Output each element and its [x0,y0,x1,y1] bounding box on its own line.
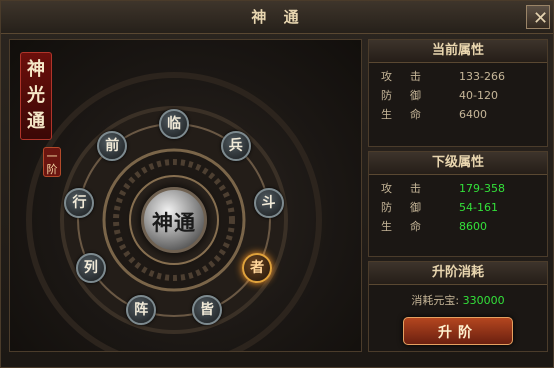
node-5[interactable]: 皆 [191,295,222,326]
stat-value: 54-161 [459,201,498,214]
stat-value: 40-120 [459,89,498,102]
stat-row-defense: 防御 40-120 [369,86,547,105]
window-title: 神 通 [251,8,305,26]
stat-key: 生命 [381,220,439,233]
stat-key: 生命 [381,108,439,121]
next-attrs-section: 下级属性 攻击 179-358 防御 54-161 生命 8600 [368,151,548,257]
cost-row: 消耗元宝: 330000 [369,291,547,311]
stat-key: 攻击 [381,182,439,195]
node-2[interactable]: 兵 [220,131,251,162]
stat-row-attack: 攻击 179-358 [369,179,547,198]
stat-value: 133-266 [459,70,505,83]
upgrade-button[interactable]: 升阶 [403,317,513,345]
stat-row-attack: 攻击 133-266 [369,67,547,86]
stat-key: 防御 [381,201,439,214]
stat-value: 8600 [459,220,487,233]
banner-char-3: 通 [27,111,45,132]
shentong-wheel-panel: 神 光 通 一 阶 临兵斗者皆阵列行前 神通 [9,39,362,352]
stat-row-hp: 生命 6400 [369,105,547,124]
close-icon: ✕ [533,8,549,28]
attribute-panel: 当前属性 攻击 133-266 防御 40-120 生命 6400 下级属性 攻… [368,39,548,352]
center-orb-label: 神通 [152,211,196,235]
stat-value: 6400 [459,108,487,121]
node-1[interactable]: 临 [159,109,189,139]
center-orb[interactable]: 神通 [141,187,207,253]
stat-row-defense: 防御 54-161 [369,198,547,217]
skill-banner: 神 光 通 [20,52,52,140]
node-3[interactable]: 斗 [253,188,284,219]
node-4[interactable]: 者 [242,253,273,283]
tier-char-2: 阶 [46,163,58,176]
cost-label: 消耗元宝: [411,294,460,307]
shentong-window: 神 通 ✕ 神 光 通 一 阶 临兵斗者皆阵列行前 神通 当前属性 攻击 133… [0,0,554,368]
stat-value: 179-358 [459,182,505,195]
stat-key: 防御 [381,89,439,102]
current-attrs-header: 当前属性 [369,40,547,63]
upgrade-button-label: 升阶 [438,324,478,340]
next-attrs-header: 下级属性 [369,152,547,175]
upgrade-header: 升阶消耗 [369,262,547,285]
banner-text: 神 光 通 [21,57,51,135]
banner-char-2: 光 [27,85,45,106]
banner-char-1: 神 [27,59,45,80]
tier-char-1: 一 [46,150,58,163]
cost-value: 330000 [462,294,505,307]
stat-row-hp: 生命 8600 [369,217,547,236]
title-bar: 神 通 ✕ [1,1,553,34]
node-7[interactable]: 列 [75,253,106,283]
close-button[interactable]: ✕ [526,5,550,29]
tier-badge: 一 阶 [43,147,61,177]
stat-key: 攻击 [381,70,439,83]
current-attrs-section: 当前属性 攻击 133-266 防御 40-120 生命 6400 [368,39,548,147]
